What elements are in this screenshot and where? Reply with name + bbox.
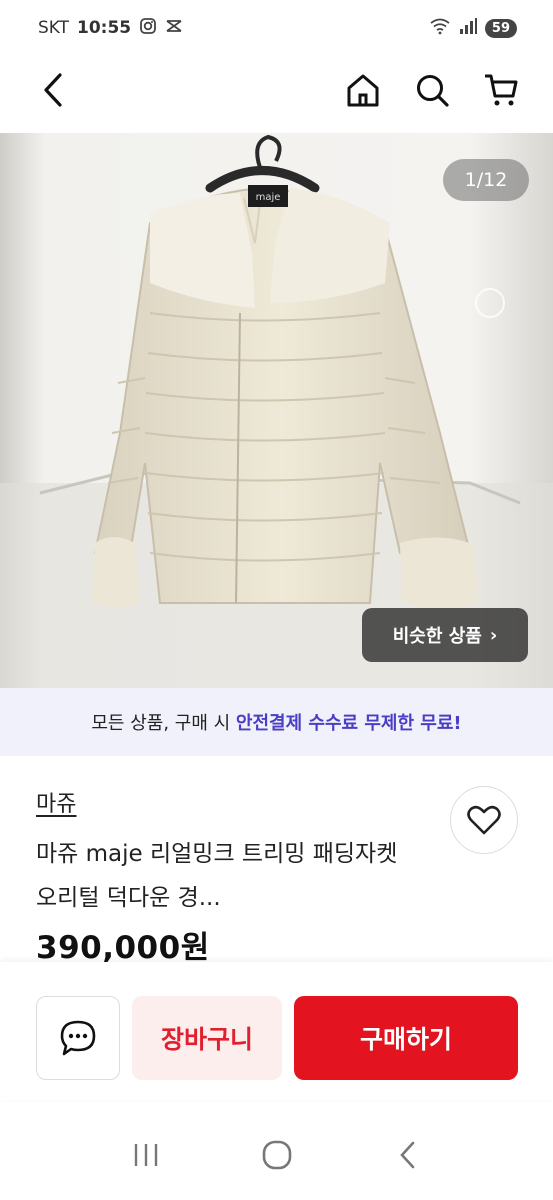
recent-apps-button[interactable]: [126, 1135, 166, 1175]
wifi-icon: [429, 17, 451, 40]
product-image-gallery[interactable]: maje 1/12: [0, 133, 553, 688]
chat-button[interactable]: [36, 996, 120, 1080]
brand-link[interactable]: 마쥬: [36, 786, 76, 818]
chat-bubble-icon: [60, 1020, 96, 1056]
back-arrow-icon: [44, 73, 62, 107]
battery-badge: 59: [484, 18, 517, 38]
similar-products-button[interactable]: 비슷한 상품 ›: [362, 608, 528, 662]
product-title: 마쥬 maje 리얼밍크 트리밍 패딩자켓 오리털 덕다운 경...: [36, 841, 398, 911]
buy-button[interactable]: 구매하기: [294, 996, 518, 1080]
image-counter: 1/12: [443, 159, 529, 201]
system-back-button[interactable]: [388, 1135, 428, 1175]
home-button[interactable]: [343, 70, 383, 110]
instagram-icon: [139, 17, 157, 40]
system-navigation-bar: [0, 1110, 553, 1200]
bottom-action-bar: 장바구니 구매하기: [0, 962, 553, 1100]
cart-button[interactable]: [481, 70, 521, 110]
cart-icon: [485, 74, 518, 106]
product-photo: maje: [0, 133, 553, 688]
messenger-icon: [165, 17, 183, 40]
add-to-cart-button[interactable]: 장바구니: [132, 996, 282, 1080]
home-icon: [347, 74, 379, 107]
signal-icon: [459, 17, 477, 40]
heart-icon: [467, 805, 501, 835]
carrier-label: SKT: [38, 18, 70, 38]
back-button[interactable]: [34, 70, 74, 110]
chevron-left-icon: [399, 1141, 414, 1169]
promo-text: 모든 상품, 구매 시: [91, 713, 236, 734]
home-circle-icon: [262, 1140, 291, 1170]
top-navigation: [0, 56, 553, 128]
search-button[interactable]: [412, 70, 452, 110]
like-button[interactable]: [450, 786, 518, 854]
product-price: 390,000원: [36, 930, 210, 966]
status-bar: SKT 10:55 59: [0, 0, 553, 56]
home-system-button[interactable]: [257, 1135, 297, 1175]
promo-highlight: 안전결제 수수료 무제한 무료!: [235, 713, 462, 734]
search-icon: [417, 75, 449, 107]
recent-apps-icon: [134, 1144, 157, 1166]
chevron-right-icon: ›: [489, 624, 498, 646]
svg-text:maje: maje: [256, 192, 281, 203]
clock: 10:55: [77, 18, 132, 38]
similar-products-label: 비슷한 상품: [392, 626, 482, 647]
promo-banner[interactable]: 모든 상품, 구매 시 안전결제 수수료 무제한 무료!: [0, 688, 553, 756]
